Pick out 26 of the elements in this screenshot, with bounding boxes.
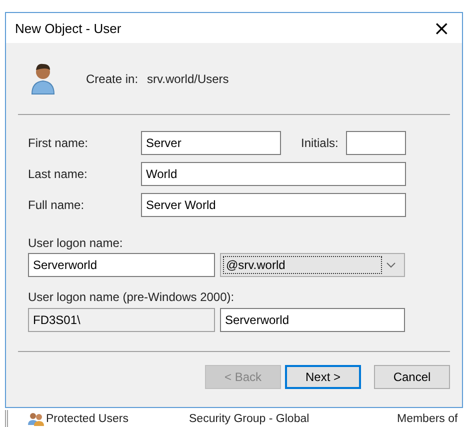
container-path: srv.world/Users: [147, 72, 229, 86]
create-in-label: Create in:: [86, 72, 140, 86]
list-item-type: Security Group - Global: [189, 412, 310, 424]
dialog-button[interactable]: Next >: [285, 365, 361, 389]
text-field[interactable]: Serverworld: [220, 308, 405, 332]
field-label: User logon name:: [28, 236, 123, 250]
close-button[interactable]: ×: [429, 18, 454, 38]
list-item-name: Protected Users: [46, 412, 130, 424]
field-label: Full name:: [28, 198, 86, 212]
text-field[interactable]: Server: [141, 130, 281, 154]
domain-dropdown[interactable]: @srv.world: [220, 253, 405, 277]
chevron-down-icon: [386, 262, 396, 268]
dialog-button[interactable]: Cancel: [374, 365, 450, 389]
domain-prefix-field[interactable]: FD3S01\: [28, 308, 215, 332]
window-title: New Object - User: [15, 20, 122, 36]
text-field[interactable]: [346, 130, 406, 154]
users-icon: [28, 412, 44, 426]
list-item-description: Members of: [397, 412, 457, 424]
field-label: Last name:: [28, 166, 88, 180]
field-label: First name:: [28, 136, 90, 150]
text-field[interactable]: Server World: [141, 192, 406, 216]
field-label: Initials:: [301, 136, 340, 150]
field-label: User logon name (pre-Windows 2000):: [28, 290, 234, 304]
text-field[interactable]: Serverworld: [28, 253, 215, 277]
text-field[interactable]: World: [141, 162, 406, 186]
user-icon: [30, 62, 56, 96]
